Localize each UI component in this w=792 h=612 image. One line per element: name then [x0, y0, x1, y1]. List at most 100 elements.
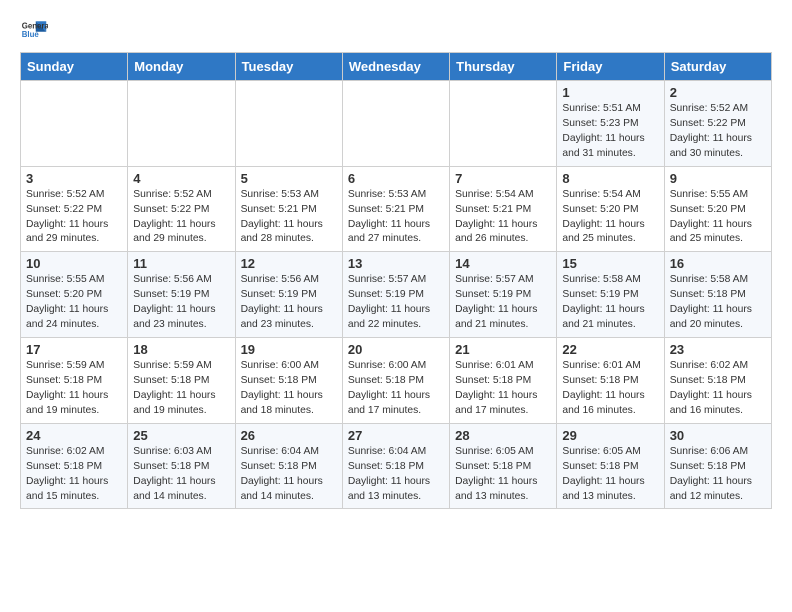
calendar-cell: 26 Sunrise: 6:04 AMSunset: 5:18 PMDayligh…: [235, 423, 342, 509]
day-info: Sunrise: 5:59 AMSunset: 5:18 PMDaylight:…: [133, 359, 229, 419]
day-info: Sunrise: 5:53 AMSunset: 5:21 PMDaylight:…: [241, 188, 337, 248]
calendar-cell: 3 Sunrise: 5:52 AMSunset: 5:22 PMDaylight…: [21, 166, 128, 252]
day-info: Sunrise: 5:51 AMSunset: 5:23 PMDaylight:…: [562, 102, 658, 162]
svg-text:Blue: Blue: [22, 30, 40, 39]
calendar-cell: 16 Sunrise: 5:58 AMSunset: 5:18 PMDayligh…: [664, 252, 771, 338]
day-info: Sunrise: 5:57 AMSunset: 5:19 PMDaylight:…: [348, 273, 444, 333]
day-number: 22: [562, 342, 658, 357]
day-info: Sunrise: 6:05 AMSunset: 5:18 PMDaylight:…: [562, 445, 658, 505]
calendar-cell: 27Sunrise: 6:04 AMSunset: 5:18 PMDayligh…: [342, 423, 449, 509]
day-number: 30: [670, 428, 766, 443]
calendar-week-2: 3 Sunrise: 5:52 AMSunset: 5:22 PMDaylight…: [21, 166, 772, 252]
day-info: Sunrise: 5:58 AMSunset: 5:18 PMDaylight:…: [670, 273, 766, 333]
weekday-header-saturday: Saturday: [664, 53, 771, 81]
calendar-table: SundayMondayTuesdayWednesdayThursdayFrid…: [20, 52, 772, 509]
day-info: Sunrise: 6:04 AMSunset: 5:18 PMDaylight:…: [348, 445, 444, 505]
day-info: Sunrise: 6:05 AMSunset: 5:18 PMDaylight:…: [455, 445, 551, 505]
calendar-cell: [342, 81, 449, 167]
day-number: 17: [26, 342, 122, 357]
day-number: 24: [26, 428, 122, 443]
day-info: Sunrise: 5:59 AMSunset: 5:18 PMDaylight:…: [26, 359, 122, 419]
day-number: 3: [26, 171, 122, 186]
day-number: 15: [562, 256, 658, 271]
weekday-header-thursday: Thursday: [450, 53, 557, 81]
calendar-cell: 8Sunrise: 5:54 AMSunset: 5:20 PMDaylight…: [557, 166, 664, 252]
weekday-header-wednesday: Wednesday: [342, 53, 449, 81]
weekday-header-friday: Friday: [557, 53, 664, 81]
page-header: General Blue: [20, 16, 772, 44]
calendar-cell: 25 Sunrise: 6:03 AMSunset: 5:18 PMDayligh…: [128, 423, 235, 509]
calendar-cell: 6Sunrise: 5:53 AMSunset: 5:21 PMDaylight…: [342, 166, 449, 252]
day-number: 23: [670, 342, 766, 357]
calendar-cell: 5 Sunrise: 5:53 AMSunset: 5:21 PMDaylight…: [235, 166, 342, 252]
calendar-week-1: 1 Sunrise: 5:51 AMSunset: 5:23 PMDaylight…: [21, 81, 772, 167]
day-number: 29: [562, 428, 658, 443]
calendar-cell: 29 Sunrise: 6:05 AMSunset: 5:18 PMDayligh…: [557, 423, 664, 509]
calendar-cell: 14 Sunrise: 5:57 AMSunset: 5:19 PMDayligh…: [450, 252, 557, 338]
calendar-cell: 21Sunrise: 6:01 AMSunset: 5:18 PMDayligh…: [450, 338, 557, 424]
calendar-cell: 7Sunrise: 5:54 AMSunset: 5:21 PMDaylight…: [450, 166, 557, 252]
day-info: Sunrise: 6:04 AMSunset: 5:18 PMDaylight:…: [241, 445, 337, 505]
day-number: 8: [562, 171, 658, 186]
day-number: 4: [133, 171, 229, 186]
calendar-cell: 24 Sunrise: 6:02 AMSunset: 5:18 PMDayligh…: [21, 423, 128, 509]
calendar-cell: 20Sunrise: 6:00 AMSunset: 5:18 PMDayligh…: [342, 338, 449, 424]
day-info: Sunrise: 6:01 AMSunset: 5:18 PMDaylight:…: [455, 359, 551, 419]
calendar-cell: 10 Sunrise: 5:55 AMSunset: 5:20 PMDayligh…: [21, 252, 128, 338]
day-number: 19: [241, 342, 337, 357]
calendar-cell: 22 Sunrise: 6:01 AMSunset: 5:18 PMDayligh…: [557, 338, 664, 424]
weekday-header-sunday: Sunday: [21, 53, 128, 81]
svg-text:General: General: [22, 21, 48, 30]
day-number: 25: [133, 428, 229, 443]
day-number: 14: [455, 256, 551, 271]
day-number: 10: [26, 256, 122, 271]
day-info: Sunrise: 5:54 AMSunset: 5:21 PMDaylight:…: [455, 188, 551, 248]
calendar-cell: 19Sunrise: 6:00 AMSunset: 5:18 PMDayligh…: [235, 338, 342, 424]
calendar-week-3: 10 Sunrise: 5:55 AMSunset: 5:20 PMDayligh…: [21, 252, 772, 338]
day-number: 5: [241, 171, 337, 186]
calendar-cell: 13 Sunrise: 5:57 AMSunset: 5:19 PMDayligh…: [342, 252, 449, 338]
day-info: Sunrise: 5:55 AMSunset: 5:20 PMDaylight:…: [670, 188, 766, 248]
calendar-cell: 28 Sunrise: 6:05 AMSunset: 5:18 PMDayligh…: [450, 423, 557, 509]
calendar-cell: 12Sunrise: 5:56 AMSunset: 5:19 PMDayligh…: [235, 252, 342, 338]
day-number: 28: [455, 428, 551, 443]
calendar-body: 1 Sunrise: 5:51 AMSunset: 5:23 PMDaylight…: [21, 81, 772, 509]
day-number: 18: [133, 342, 229, 357]
calendar-cell: 1 Sunrise: 5:51 AMSunset: 5:23 PMDaylight…: [557, 81, 664, 167]
day-number: 1: [562, 85, 658, 100]
calendar-header: SundayMondayTuesdayWednesdayThursdayFrid…: [21, 53, 772, 81]
day-number: 13: [348, 256, 444, 271]
day-info: Sunrise: 5:52 AMSunset: 5:22 PMDaylight:…: [133, 188, 229, 248]
calendar-cell: [128, 81, 235, 167]
day-info: Sunrise: 6:02 AMSunset: 5:18 PMDaylight:…: [670, 359, 766, 419]
day-number: 16: [670, 256, 766, 271]
day-info: Sunrise: 5:52 AMSunset: 5:22 PMDaylight:…: [26, 188, 122, 248]
calendar-cell: [235, 81, 342, 167]
day-info: Sunrise: 5:57 AMSunset: 5:19 PMDaylight:…: [455, 273, 551, 333]
day-info: Sunrise: 6:03 AMSunset: 5:18 PMDaylight:…: [133, 445, 229, 505]
day-number: 26: [241, 428, 337, 443]
day-number: 9: [670, 171, 766, 186]
logo: General Blue: [20, 16, 48, 44]
weekday-header-monday: Monday: [128, 53, 235, 81]
logo-icon: General Blue: [20, 16, 48, 44]
day-info: Sunrise: 5:52 AMSunset: 5:22 PMDaylight:…: [670, 102, 766, 162]
weekday-header-tuesday: Tuesday: [235, 53, 342, 81]
calendar-cell: 18 Sunrise: 5:59 AMSunset: 5:18 PMDayligh…: [128, 338, 235, 424]
day-info: Sunrise: 5:56 AMSunset: 5:19 PMDaylight:…: [241, 273, 337, 333]
calendar-cell: [21, 81, 128, 167]
day-info: Sunrise: 6:02 AMSunset: 5:18 PMDaylight:…: [26, 445, 122, 505]
day-info: Sunrise: 5:55 AMSunset: 5:20 PMDaylight:…: [26, 273, 122, 333]
day-number: 20: [348, 342, 444, 357]
weekday-header-row: SundayMondayTuesdayWednesdayThursdayFrid…: [21, 53, 772, 81]
day-info: Sunrise: 5:56 AMSunset: 5:19 PMDaylight:…: [133, 273, 229, 333]
calendar-cell: 4 Sunrise: 5:52 AMSunset: 5:22 PMDaylight…: [128, 166, 235, 252]
day-info: Sunrise: 5:53 AMSunset: 5:21 PMDaylight:…: [348, 188, 444, 248]
calendar-cell: 11 Sunrise: 5:56 AMSunset: 5:19 PMDayligh…: [128, 252, 235, 338]
calendar-cell: 9 Sunrise: 5:55 AMSunset: 5:20 PMDaylight…: [664, 166, 771, 252]
day-number: 11: [133, 256, 229, 271]
calendar-cell: 30Sunrise: 6:06 AMSunset: 5:18 PMDayligh…: [664, 423, 771, 509]
day-number: 2: [670, 85, 766, 100]
calendar-cell: 17 Sunrise: 5:59 AMSunset: 5:18 PMDayligh…: [21, 338, 128, 424]
day-info: Sunrise: 6:01 AMSunset: 5:18 PMDaylight:…: [562, 359, 658, 419]
